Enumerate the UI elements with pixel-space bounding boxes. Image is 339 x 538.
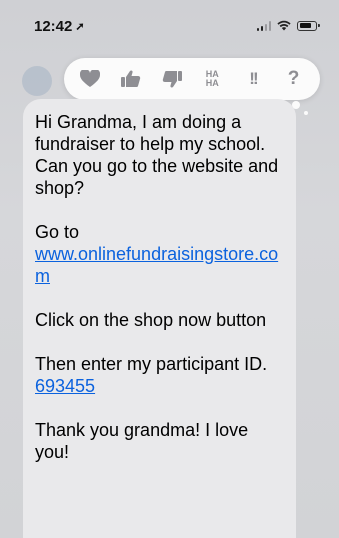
participant-id-link[interactable]: 693455 bbox=[35, 376, 95, 396]
signal-icon bbox=[256, 20, 271, 31]
message-paragraph-5: Thank you grandma! I love you! bbox=[35, 420, 249, 462]
status-icons bbox=[256, 20, 320, 31]
thumbs-up-icon[interactable] bbox=[115, 63, 147, 95]
battery-icon bbox=[297, 20, 320, 31]
tapback-tail bbox=[304, 111, 308, 115]
time-label: 12:42 bbox=[34, 18, 73, 35]
message-paragraph-1: Hi Grandma, I am doing a fundraiser to h… bbox=[35, 112, 279, 198]
message-paragraph-2: Go to www.onlinefundraisingstore.com bbox=[35, 221, 284, 287]
haha-icon[interactable]: HA HA bbox=[196, 63, 228, 95]
message-paragraph-4: Then enter my participant ID. 693455 bbox=[35, 353, 284, 397]
heart-icon[interactable] bbox=[74, 63, 106, 95]
message-paragraph-3: Click on the shop now button bbox=[35, 310, 267, 330]
status-bar: 12:42 ➚ bbox=[0, 0, 339, 52]
tapback-menu: HA HA !! ? bbox=[64, 58, 320, 115]
wifi-icon bbox=[277, 20, 291, 31]
haha-line-2: HA bbox=[205, 78, 219, 88]
exclamation-icon[interactable]: !! bbox=[237, 63, 269, 95]
avatar bbox=[22, 66, 52, 96]
website-link[interactable]: www.onlinefundraisingstore.com bbox=[35, 244, 278, 286]
location-arrow-icon: ➚ bbox=[75, 21, 85, 33]
question-icon[interactable]: ? bbox=[278, 63, 310, 95]
status-time: 12:42 ➚ bbox=[34, 18, 85, 35]
go-to-text: Go to bbox=[35, 222, 80, 242]
message-bubble[interactable]: Hi Grandma, I am doing a fundraiser to h… bbox=[23, 99, 296, 538]
participant-text: Then enter my participant ID. bbox=[35, 354, 268, 374]
thumbs-down-icon[interactable] bbox=[156, 63, 188, 95]
